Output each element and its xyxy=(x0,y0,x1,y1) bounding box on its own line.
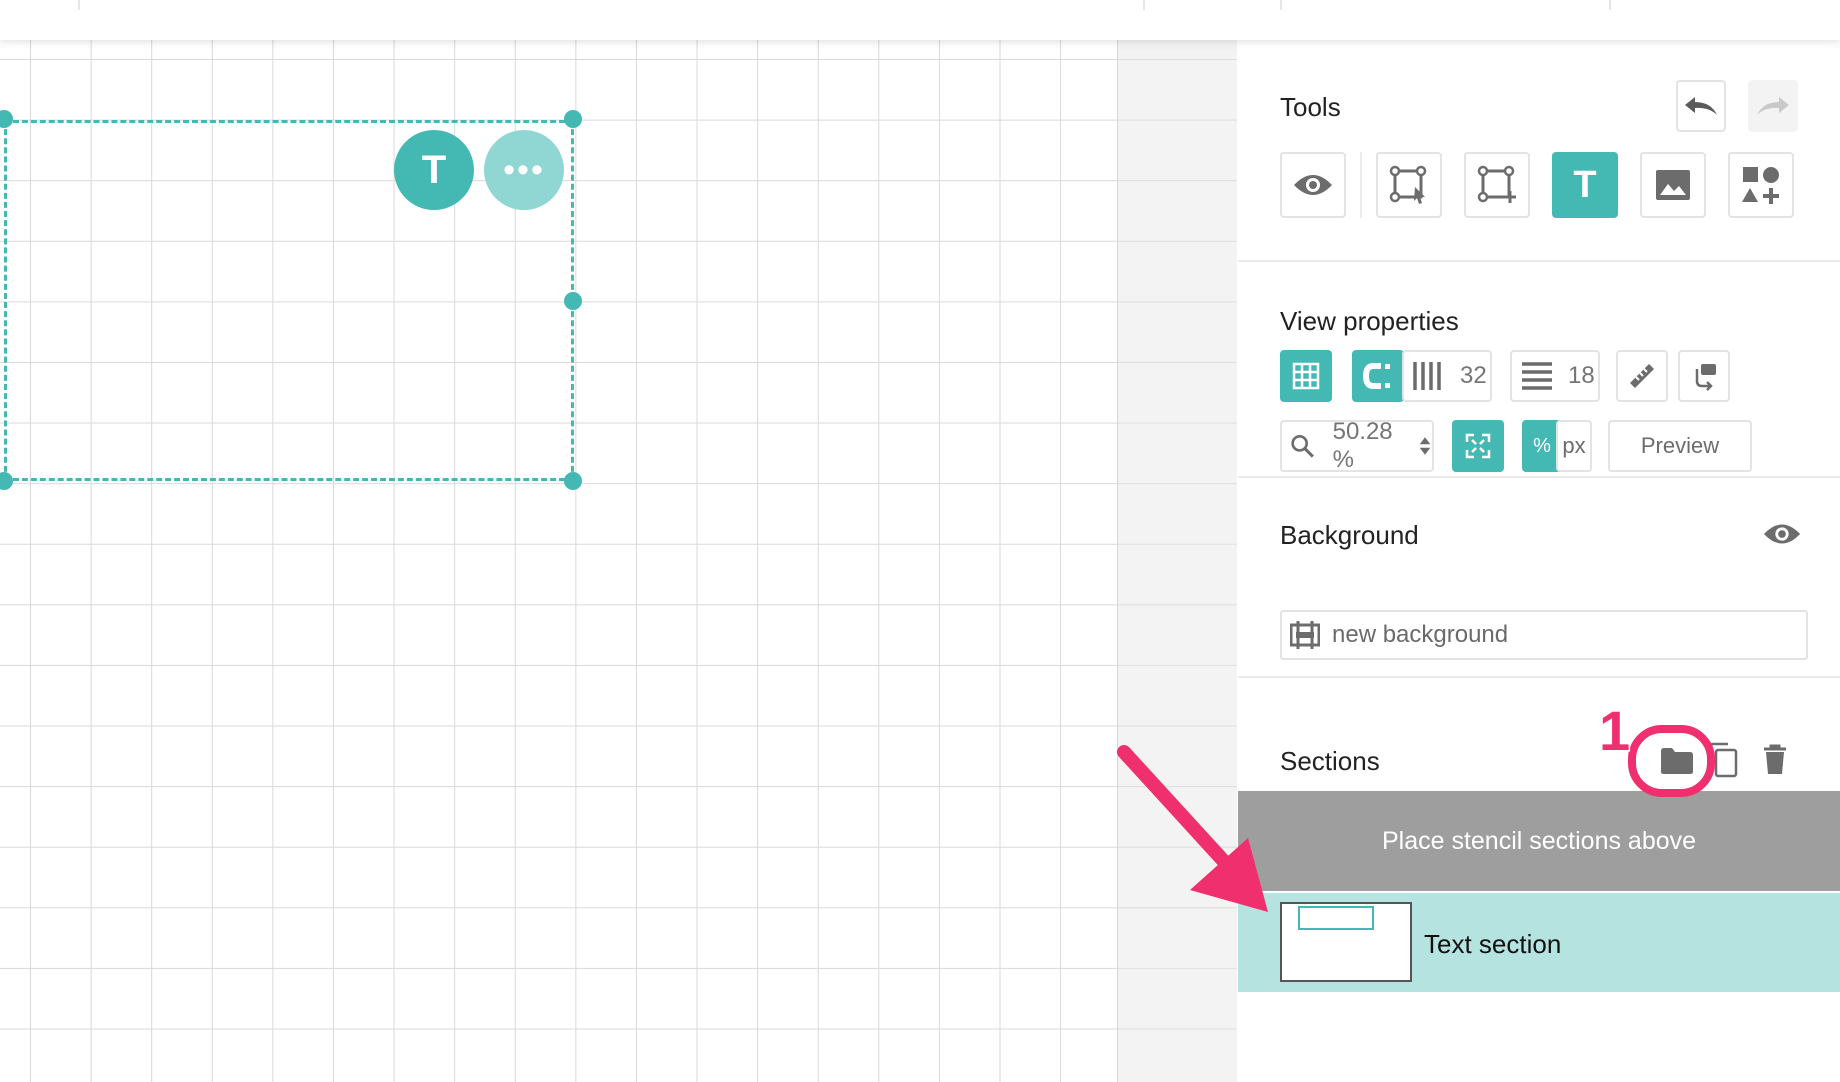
resize-handle-bottom-left[interactable] xyxy=(0,472,13,490)
add-shapes-icon xyxy=(1742,167,1779,204)
image-button[interactable] xyxy=(1640,152,1706,218)
redo-button[interactable] xyxy=(1748,80,1798,132)
zoom-value[interactable]: 50.28 % xyxy=(1333,418,1410,474)
trash-icon[interactable] xyxy=(1762,744,1788,776)
tool-divider xyxy=(1360,152,1362,218)
tools-section: Tools T xyxy=(1238,40,1840,262)
undo-button[interactable] xyxy=(1676,80,1726,132)
image-icon xyxy=(1656,170,1690,200)
toolbar-divider xyxy=(78,0,80,10)
section-thumbnail-text-box xyxy=(1298,906,1374,930)
select-frame-button[interactable] xyxy=(1376,152,1442,218)
snap-toggle-button[interactable] xyxy=(1352,350,1404,402)
preview-button[interactable]: Preview xyxy=(1608,420,1752,472)
stencil-drop-zone[interactable]: Place stencil sections above xyxy=(1238,791,1840,891)
search-icon xyxy=(1291,435,1314,458)
background-title: Background xyxy=(1280,520,1419,550)
comments-toggle-button[interactable] xyxy=(1678,350,1730,402)
add-frame-button[interactable] xyxy=(1464,152,1530,218)
ruler-icon xyxy=(1630,364,1654,388)
columns-control[interactable]: 32 xyxy=(1402,350,1492,402)
rows-control[interactable]: 18 xyxy=(1510,350,1600,402)
canvas-gutter xyxy=(1118,40,1237,1082)
ruler-button[interactable] xyxy=(1616,350,1668,402)
text-tool-button[interactable]: T xyxy=(1552,152,1618,218)
unit-px-button[interactable]: px xyxy=(1556,420,1592,472)
toolbar-divider xyxy=(1280,0,1282,10)
rows-value: 18 xyxy=(1568,362,1595,389)
toolbar-divider xyxy=(1143,0,1145,10)
select-frame-icon xyxy=(1389,165,1427,204)
top-toolbar xyxy=(0,0,1840,40)
resize-handle-right[interactable] xyxy=(564,292,582,310)
folder-icon[interactable] xyxy=(1660,747,1694,775)
comment-icon xyxy=(1695,364,1716,391)
toolbar-divider xyxy=(1609,0,1611,10)
zoom-control[interactable]: 50.28 % xyxy=(1280,418,1434,474)
magnet-icon xyxy=(1363,363,1390,389)
background-image-icon xyxy=(1290,621,1320,649)
resize-handle-bottom-right[interactable] xyxy=(564,472,582,490)
section-item-label: Text section xyxy=(1424,929,1562,959)
grid-icon xyxy=(1292,362,1320,390)
canvas-page-grid[interactable]: T ••• xyxy=(0,40,1118,1082)
eye-button[interactable] xyxy=(1280,152,1346,218)
background-field-value: new background xyxy=(1332,621,1509,648)
text-badge-button[interactable]: T xyxy=(394,130,474,210)
sections-title: Sections xyxy=(1280,746,1380,776)
eye-icon xyxy=(1294,175,1332,195)
view-properties-title: View properties xyxy=(1280,306,1459,336)
tools-title: Tools xyxy=(1280,92,1341,122)
more-options-button[interactable]: ••• xyxy=(484,130,564,210)
columns-value: 32 xyxy=(1460,362,1487,389)
redo-icon xyxy=(1757,97,1789,115)
undo-icon xyxy=(1685,97,1717,115)
columns-icon xyxy=(1413,362,1441,390)
section-thumbnail xyxy=(1280,902,1412,982)
add-shapes-button[interactable] xyxy=(1728,152,1794,218)
view-properties-section: View properties 32 18 50.28 % % px Previ… xyxy=(1238,262,1840,478)
editor-canvas[interactable]: T ••• xyxy=(0,40,1237,1082)
background-field[interactable]: new background xyxy=(1280,610,1808,660)
stepper-arrows-icon[interactable] xyxy=(1418,433,1432,459)
add-frame-icon xyxy=(1477,165,1516,203)
fit-screen-icon xyxy=(1465,433,1491,459)
grid-toggle-button[interactable] xyxy=(1280,350,1332,402)
rows-icon xyxy=(1522,362,1552,390)
background-visibility-eye-icon[interactable] xyxy=(1762,520,1802,548)
fit-to-screen-button[interactable] xyxy=(1452,420,1504,472)
section-item-text-section[interactable]: Text section xyxy=(1238,893,1840,992)
copy-icon[interactable] xyxy=(1708,742,1738,778)
resize-handle-top-right[interactable] xyxy=(564,110,582,128)
